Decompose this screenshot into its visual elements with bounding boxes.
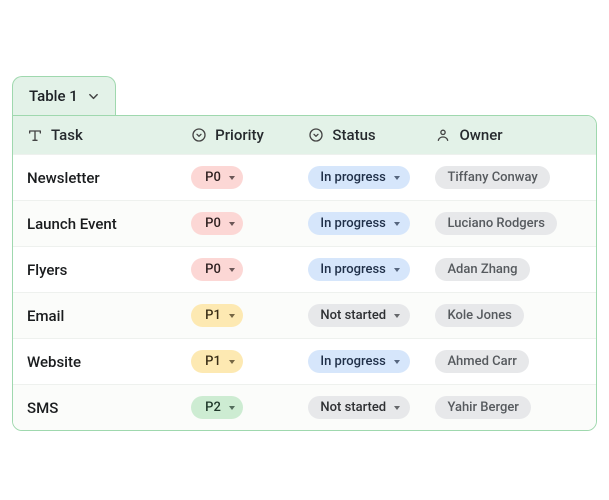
owner-chip[interactable]: Ahmed Carr bbox=[435, 350, 528, 373]
cell-owner: Ahmed Carr bbox=[435, 350, 582, 373]
cell-priority: P2 bbox=[191, 396, 308, 419]
chevron-down-icon bbox=[394, 314, 400, 318]
owner-name: Yahir Berger bbox=[447, 400, 518, 415]
status-value: In progress bbox=[320, 354, 385, 369]
cell-task[interactable]: Website bbox=[27, 353, 191, 371]
column-label: Task bbox=[51, 126, 83, 144]
table-row: SMS P2 Not started Yahir Berger bbox=[13, 384, 596, 430]
priority-value: P1 bbox=[205, 354, 221, 369]
priority-pill[interactable]: P2 bbox=[191, 396, 243, 419]
column-label: Priority bbox=[215, 126, 264, 144]
owner-chip[interactable]: Luciano Rodgers bbox=[435, 212, 557, 235]
owner-name: Adan Zhang bbox=[447, 262, 517, 277]
cell-status: Not started bbox=[308, 396, 435, 419]
cell-status: In progress bbox=[308, 212, 435, 235]
table-row: Email P1 Not started Kole Jones bbox=[13, 292, 596, 338]
cell-status: In progress bbox=[308, 258, 435, 281]
cell-owner: Adan Zhang bbox=[435, 258, 582, 281]
table-row: Website P1 In progress Ahmed Carr bbox=[13, 338, 596, 384]
status-value: In progress bbox=[320, 262, 385, 277]
column-label: Status bbox=[332, 126, 375, 144]
table-row: Launch Event P0 In progress Luciano Rodgers bbox=[13, 200, 596, 246]
cell-task[interactable]: Newsletter bbox=[27, 169, 191, 187]
status-pill[interactable]: In progress bbox=[308, 166, 409, 189]
column-label: Owner bbox=[459, 126, 502, 144]
priority-pill[interactable]: P0 bbox=[191, 258, 243, 281]
priority-value: P1 bbox=[205, 308, 221, 323]
chevron-down-icon bbox=[394, 406, 400, 410]
cell-priority: P0 bbox=[191, 258, 308, 281]
column-header-priority[interactable]: Priority bbox=[191, 126, 308, 144]
cell-task[interactable]: SMS bbox=[27, 399, 191, 417]
chevron-down-icon bbox=[394, 360, 400, 364]
owner-name: Ahmed Carr bbox=[447, 354, 516, 369]
status-pill[interactable]: In progress bbox=[308, 350, 409, 373]
cell-priority: P0 bbox=[191, 212, 308, 235]
owner-chip[interactable]: Yahir Berger bbox=[435, 396, 530, 419]
cell-status: In progress bbox=[308, 166, 435, 189]
priority-pill[interactable]: P1 bbox=[191, 350, 243, 373]
status-pill[interactable]: In progress bbox=[308, 258, 409, 281]
cell-task[interactable]: Launch Event bbox=[27, 215, 191, 233]
cell-owner: Yahir Berger bbox=[435, 396, 582, 419]
priority-pill[interactable]: P1 bbox=[191, 304, 243, 327]
chevron-down-icon bbox=[394, 176, 400, 180]
owner-chip[interactable]: Adan Zhang bbox=[435, 258, 529, 281]
status-pill[interactable]: Not started bbox=[308, 304, 410, 327]
cell-owner: Kole Jones bbox=[435, 304, 582, 327]
status-value: In progress bbox=[320, 170, 385, 185]
owner-chip[interactable]: Kole Jones bbox=[435, 304, 523, 327]
cell-task[interactable]: Flyers bbox=[27, 261, 191, 279]
dropdown-circle-icon bbox=[191, 127, 207, 143]
table-header: Task Priority Status Owner bbox=[13, 116, 596, 154]
column-header-task[interactable]: Task bbox=[27, 126, 191, 144]
status-value: In progress bbox=[320, 216, 385, 231]
priority-pill[interactable]: P0 bbox=[191, 212, 243, 235]
cell-status: In progress bbox=[308, 350, 435, 373]
cell-owner: Luciano Rodgers bbox=[435, 212, 582, 235]
cell-task[interactable]: Email bbox=[27, 307, 191, 325]
chevron-down-icon bbox=[229, 406, 235, 410]
cell-priority: P1 bbox=[191, 304, 308, 327]
table-tab[interactable]: Table 1 bbox=[12, 76, 116, 115]
status-pill[interactable]: Not started bbox=[308, 396, 410, 419]
chevron-down-icon bbox=[394, 222, 400, 226]
chevron-down-icon bbox=[229, 360, 235, 364]
column-header-status[interactable]: Status bbox=[308, 126, 435, 144]
cell-owner: Tiffany Conway bbox=[435, 166, 582, 189]
owner-chip[interactable]: Tiffany Conway bbox=[435, 166, 549, 189]
priority-value: P2 bbox=[205, 400, 221, 415]
chevron-down-icon bbox=[229, 222, 235, 226]
table-row: Flyers P0 In progress Adan Zhang bbox=[13, 246, 596, 292]
status-pill[interactable]: In progress bbox=[308, 212, 409, 235]
chevron-down-icon bbox=[394, 268, 400, 272]
dropdown-circle-icon bbox=[308, 127, 324, 143]
status-value: Not started bbox=[320, 400, 386, 415]
table-tab-label: Table 1 bbox=[29, 87, 78, 105]
chevron-down-icon bbox=[229, 176, 235, 180]
status-value: Not started bbox=[320, 308, 386, 323]
table-container: Task Priority Status Owner Newsletter P0 I… bbox=[12, 115, 597, 431]
chevron-down-icon bbox=[229, 268, 235, 272]
chevron-down-icon bbox=[229, 314, 235, 318]
owner-name: Luciano Rodgers bbox=[447, 216, 545, 231]
cell-status: Not started bbox=[308, 304, 435, 327]
priority-value: P0 bbox=[205, 262, 221, 277]
priority-value: P0 bbox=[205, 216, 221, 231]
chevron-down-icon bbox=[88, 91, 99, 102]
cell-priority: P1 bbox=[191, 350, 308, 373]
column-header-owner[interactable]: Owner bbox=[435, 126, 582, 144]
text-icon bbox=[27, 127, 43, 143]
person-icon bbox=[435, 127, 451, 143]
cell-priority: P0 bbox=[191, 166, 308, 189]
owner-name: Kole Jones bbox=[447, 308, 511, 323]
table-row: Newsletter P0 In progress Tiffany Conway bbox=[13, 154, 596, 200]
owner-name: Tiffany Conway bbox=[447, 170, 537, 185]
priority-pill[interactable]: P0 bbox=[191, 166, 243, 189]
priority-value: P0 bbox=[205, 170, 221, 185]
